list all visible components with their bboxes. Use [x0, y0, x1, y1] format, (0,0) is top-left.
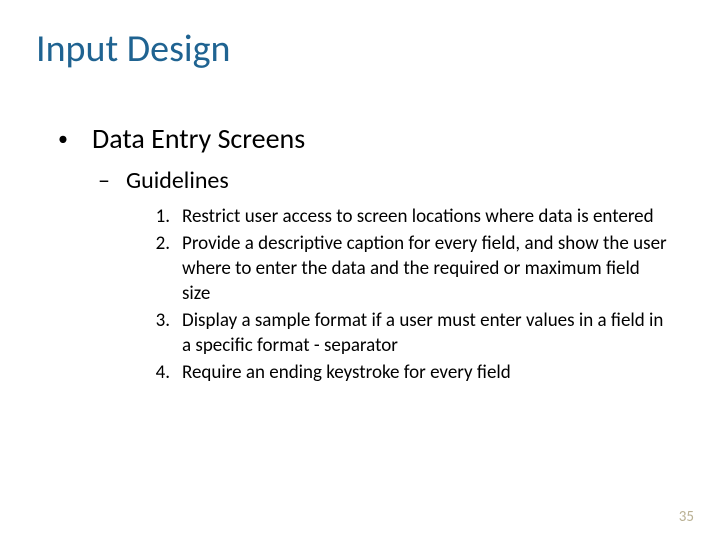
slide: Input Design • Data Entry Screens – Guid… — [0, 0, 720, 540]
bullet-level-1: • Data Entry Screens — [58, 122, 668, 156]
slide-body: • Data Entry Screens – Guidelines 1. Res… — [58, 122, 668, 387]
numbered-list: 1. Restrict user access to screen locati… — [136, 204, 668, 385]
page-number: 35 — [679, 508, 694, 526]
dash-icon: – — [98, 166, 126, 196]
item-text: Display a sample format if a user must e… — [182, 308, 668, 358]
bullet-dot-icon: • — [58, 122, 92, 156]
list-item: 2. Provide a descriptive caption for eve… — [136, 231, 668, 306]
item-text: Require an ending keystroke for every fi… — [182, 360, 668, 385]
item-text: Restrict user access to screen locations… — [182, 204, 668, 229]
item-text: Provide a descriptive caption for every … — [182, 231, 668, 306]
item-number: 3. — [136, 308, 182, 333]
item-number: 4. — [136, 360, 182, 385]
bullet-level-2: – Guidelines — [98, 166, 668, 196]
level2-text: Guidelines — [126, 166, 229, 196]
level1-text: Data Entry Screens — [92, 122, 305, 156]
list-item: 4. Require an ending keystroke for every… — [136, 360, 668, 385]
slide-title: Input Design — [36, 26, 231, 72]
item-number: 2. — [136, 231, 182, 256]
list-item: 1. Restrict user access to screen locati… — [136, 204, 668, 229]
item-number: 1. — [136, 204, 182, 229]
list-item: 3. Display a sample format if a user mus… — [136, 308, 668, 358]
